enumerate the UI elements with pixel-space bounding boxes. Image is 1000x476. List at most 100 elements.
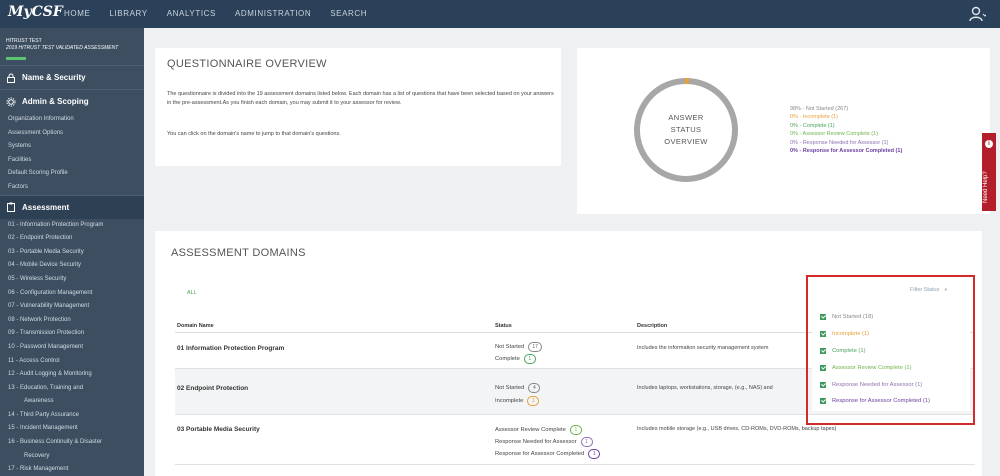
- sidebar-item[interactable]: 16 - Business Continuity & Disaster: [0, 436, 144, 450]
- domain-description: Includes laptops, workstations, storage,…: [637, 385, 773, 391]
- filter-all-link[interactable]: ALL: [187, 290, 197, 296]
- status-line: Incomplete 1: [495, 396, 540, 406]
- assessment-name: 2019 HITRUST TEST VALIDATED ASSESSMENT: [6, 45, 119, 51]
- donut-label-line: OVERVIEW: [664, 137, 708, 146]
- sidebar-item[interactable]: 01 - Information Protection Program: [0, 219, 144, 233]
- nav-analytics[interactable]: ANALYTICS: [167, 0, 216, 28]
- sidebar-item[interactable]: 15 - Incident Management: [0, 422, 144, 436]
- sidebar-item[interactable]: Awareness: [0, 395, 144, 409]
- nav-home[interactable]: HOME: [64, 0, 90, 28]
- domain-name-link[interactable]: 01 Information Protection Program: [177, 345, 284, 352]
- filter-option-label: Response Needed for Assessor (1): [832, 382, 923, 388]
- need-help-tab[interactable]: i Need Help?: [982, 133, 996, 211]
- sidebar-item[interactable]: 12 - Audit Logging & Monitoring: [0, 368, 144, 382]
- overview-description: The questionnaire is divided into the 19…: [167, 91, 554, 106]
- col-status: Status: [495, 323, 512, 329]
- sidebar-item[interactable]: Factors: [0, 181, 144, 195]
- legend-response-completed: 0% - Response for Assessor Completed (1): [790, 148, 903, 155]
- status-label: Response for Assessor Completed: [495, 451, 585, 457]
- status-count-badge: 1: [580, 437, 593, 447]
- status-count-badge: 17: [528, 342, 542, 352]
- sidebar-item[interactable]: Organization Information: [0, 113, 144, 127]
- sidebar-item[interactable]: 11 - Access Control: [0, 355, 144, 369]
- status-line: Not Started 4: [495, 383, 541, 393]
- sidebar-item[interactable]: 05 - Wireless Security: [0, 273, 144, 287]
- nav-library[interactable]: LIBRARY: [109, 0, 147, 28]
- sidebar-section-label: Name & Security: [22, 73, 86, 82]
- status-label: Not Started: [495, 344, 525, 350]
- domain-name-link[interactable]: 02 Endpoint Protection: [177, 385, 248, 392]
- app-logo[interactable]: MyCSF: [8, 4, 63, 20]
- filter-option-response-needed[interactable]: Response Needed for Assessor (1): [820, 382, 922, 388]
- sidebar-item[interactable]: 17 - Risk Management: [0, 463, 144, 476]
- sidebar-item[interactable]: 03 - Portable Media Security: [0, 246, 144, 260]
- donut-label-line: STATUS: [670, 125, 702, 134]
- sidebar-item[interactable]: Recovery: [0, 450, 144, 464]
- sidebar-item[interactable]: Systems: [0, 140, 144, 154]
- checkbox-icon[interactable]: [820, 331, 826, 337]
- filter-option-complete[interactable]: Complete (1): [820, 348, 866, 354]
- main-nav: HOME LIBRARY ANALYTICS ADMINISTRATION SE…: [64, 0, 386, 28]
- filter-option-response-completed[interactable]: Response for Assessor Completed (1): [820, 398, 930, 404]
- filter-option-assessor-review-complete[interactable]: Assessor Review Complete (1): [820, 365, 912, 371]
- sidebar-item[interactable]: 02 - Endpoint Protection: [0, 232, 144, 246]
- filter-option-incomplete[interactable]: Incomplete (1): [820, 331, 869, 337]
- sidebar-item[interactable]: 09 - Transmission Protection: [0, 327, 144, 341]
- domain-name-link[interactable]: 03 Portable Media Security: [177, 426, 260, 433]
- checkbox-icon[interactable]: [820, 382, 826, 388]
- status-label: Incomplete: [495, 398, 524, 404]
- checkbox-icon[interactable]: [820, 348, 826, 354]
- sidebar-item[interactable]: 13 - Education, Training and: [0, 382, 144, 396]
- status-line: Assessor Review Complete 1: [495, 425, 582, 435]
- sidebar-item[interactable]: Default Scoring Profile: [0, 167, 144, 181]
- status-line: Response Needed for Assessor 1: [495, 437, 593, 447]
- sidebar-item[interactable]: 06 - Configuration Management: [0, 287, 144, 301]
- overview-title: QUESTIONNAIRE OVERVIEW: [167, 58, 327, 70]
- legend-complete: 0% - Complete (1): [790, 122, 835, 129]
- sidebar-item[interactable]: 07 - Vulnerability Management: [0, 300, 144, 314]
- status-count-badge: 1: [527, 396, 540, 406]
- status-label: Complete: [495, 356, 520, 362]
- nav-administration[interactable]: ADMINISTRATION: [235, 0, 311, 28]
- status-count-badge: 1: [523, 354, 536, 364]
- checkbox-icon[interactable]: [820, 365, 826, 371]
- checkbox-icon[interactable]: [820, 314, 826, 320]
- legend-not-started: 98% - Not Started (267): [790, 106, 849, 112]
- assessment-item-list: 01 - Information Protection Program 02 - …: [0, 219, 144, 476]
- status-line: Complete 1: [495, 354, 536, 364]
- sidebar-section-admin-scoping[interactable]: Admin & Scoping: [0, 89, 144, 113]
- filter-status-dropdown: Not Started (18) Incomplete (1) Complete…: [812, 306, 970, 411]
- sidebar-item[interactable]: 08 - Network Protection: [0, 314, 144, 328]
- sidebar-item[interactable]: 04 - Mobile Device Security: [0, 259, 144, 273]
- user-account-icon[interactable]: [968, 5, 986, 23]
- assessment-header: HITRUST TEST 2019 HITRUST TEST VALIDATED…: [0, 28, 144, 52]
- legend-incomplete: 0% - Incomplete (1): [790, 114, 838, 121]
- status-line: Response for Assessor Completed 1: [495, 449, 601, 459]
- status-line: Not Started 17: [495, 342, 542, 352]
- status-label: Not Started: [495, 385, 525, 391]
- filter-option-label: Assessor Review Complete (1): [832, 365, 912, 371]
- overview-hint: You can click on the domain's name to ju…: [167, 131, 341, 137]
- filter-option-label: Response for Assessor Completed (1): [832, 398, 930, 404]
- domain-description: Includes mobile storage (e.g., USB drive…: [637, 426, 837, 432]
- col-description: Description: [637, 323, 668, 329]
- questionnaire-overview-card: QUESTIONNAIRE OVERVIEW The questionnaire…: [155, 48, 561, 166]
- sidebar-item[interactable]: Facilities: [0, 154, 144, 168]
- domain-description: Includes the information security manage…: [637, 345, 769, 351]
- status-legend: 98% - Not Started (267) 0% - Incomplete …: [790, 105, 902, 155]
- legend-assessor-review-complete: 0% - Assessor Review Complete (1): [790, 131, 879, 138]
- org-name: HITRUST TEST: [6, 38, 42, 44]
- sidebar-section-assessment[interactable]: Assessment: [0, 194, 144, 219]
- col-domain-name: Domain Name: [177, 323, 214, 329]
- checkbox-icon[interactable]: [820, 398, 826, 404]
- sidebar-item[interactable]: Assessment Options: [0, 127, 144, 141]
- legend-response-needed: 0% - Response Needed for Assessor (1): [790, 139, 889, 146]
- sidebar-item[interactable]: 10 - Password Management: [0, 341, 144, 355]
- filter-option-not-started[interactable]: Not Started (18): [820, 314, 873, 320]
- sidebar-section-name-security[interactable]: Name & Security: [0, 65, 144, 89]
- status-count-badge: 1: [569, 425, 582, 435]
- sidebar-item[interactable]: 14 - Third Party Assurance: [0, 409, 144, 423]
- sidebar: HITRUST TEST 2019 HITRUST TEST VALIDATED…: [0, 28, 144, 476]
- filter-option-label: Complete (1): [832, 348, 866, 354]
- nav-search[interactable]: SEARCH: [330, 0, 367, 28]
